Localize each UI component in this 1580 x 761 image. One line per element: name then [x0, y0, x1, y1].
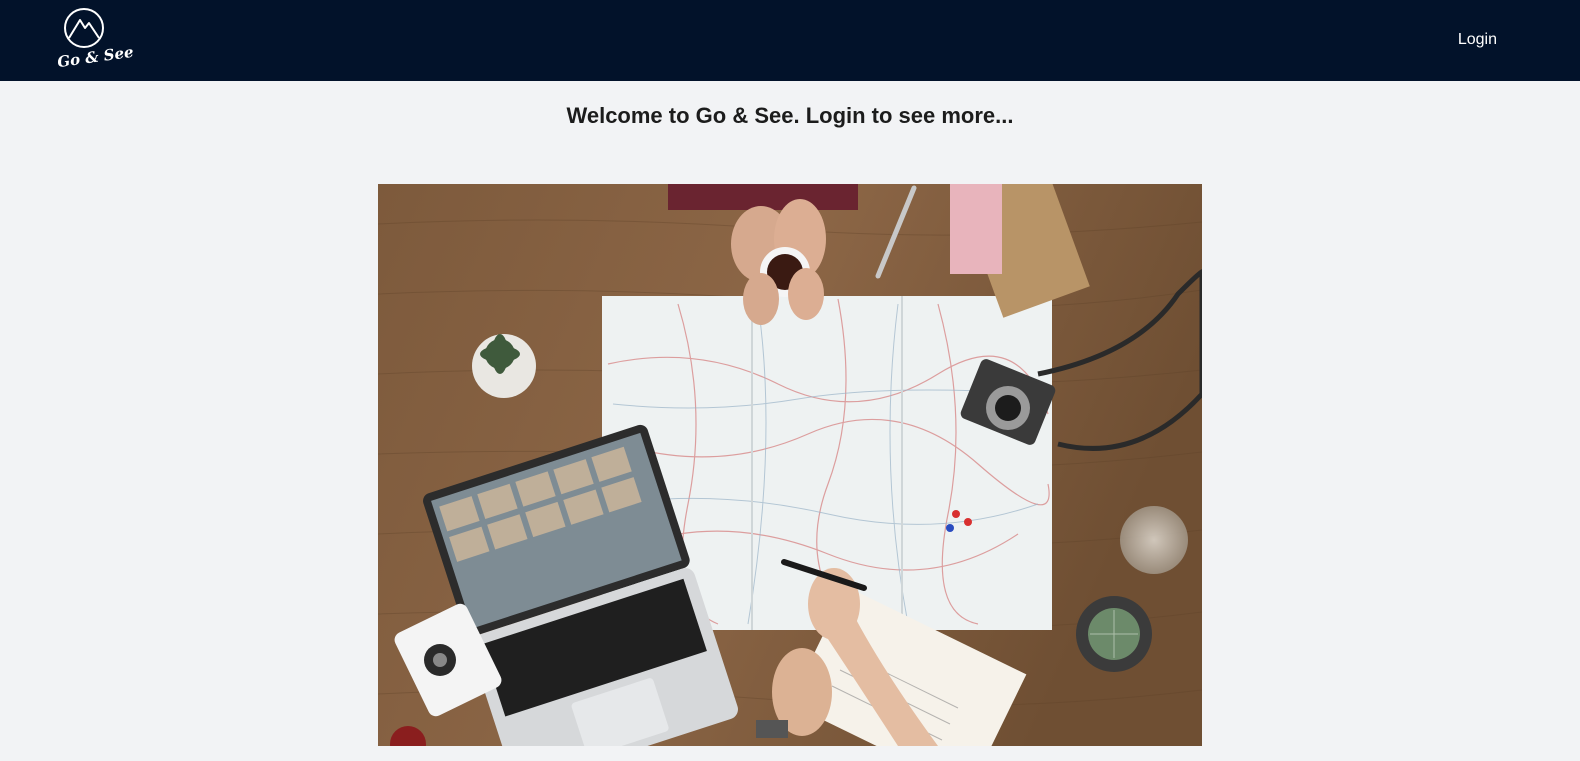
hero-travel-image	[378, 184, 1202, 746]
welcome-heading: Welcome to Go & See. Login to see more..…	[566, 103, 1014, 128]
login-link[interactable]: Login	[1458, 31, 1497, 49]
go-and-see-logo[interactable]: Go & See	[54, 6, 135, 78]
top-navbar: Go & See Login	[0, 0, 1580, 81]
